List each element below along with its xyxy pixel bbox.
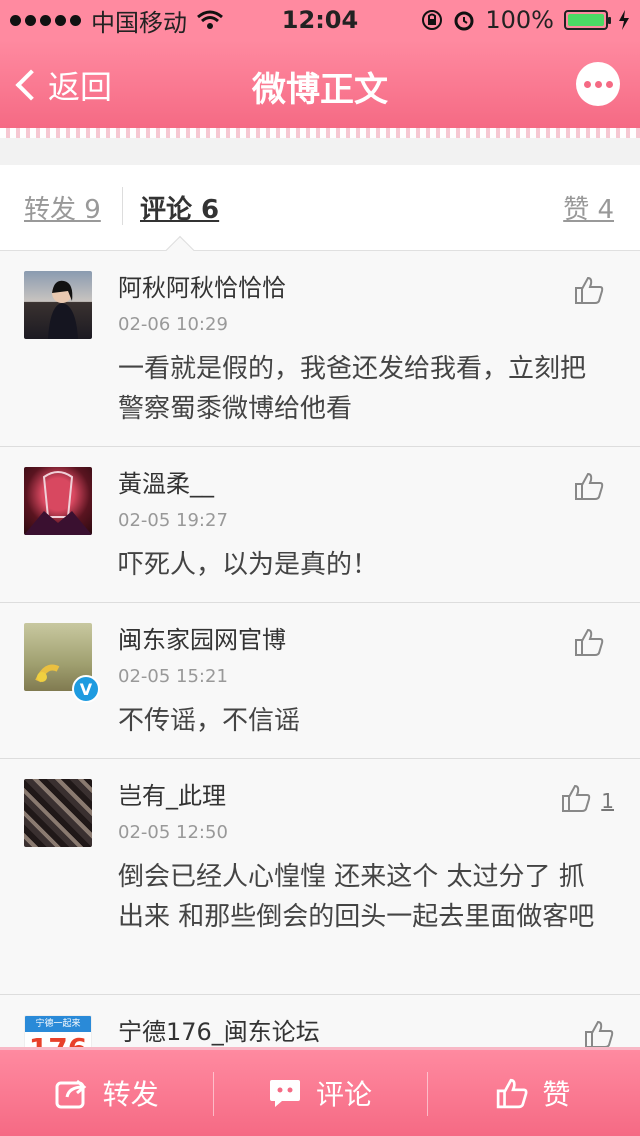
comment-item: 黃溫柔__ 02-05 19:27 吓死人，以为是真的！	[0, 447, 640, 603]
more-icon	[583, 80, 591, 88]
like-button[interactable]: 1	[561, 783, 614, 813]
avatar[interactable]	[24, 271, 92, 339]
status-bar: 中国移动 12:04 100%	[0, 0, 640, 40]
alarm-icon	[454, 11, 474, 31]
page-title: 微博正文	[252, 70, 388, 110]
comment-time: 02-05 12:50	[118, 822, 228, 843]
comment-text: 不传谣，不信谣	[118, 706, 301, 736]
like-button[interactable]	[584, 1019, 614, 1049]
repost-button[interactable]: 转发	[0, 1050, 213, 1136]
comment-item: 阿秋阿秋恰恰恰 02-06 10:29 一看就是假的，我爸还发给我看，立刻把警察…	[0, 251, 640, 447]
battery-icon	[564, 10, 611, 30]
comment-author[interactable]: 闽东家园网官博	[118, 623, 616, 657]
tab-comment[interactable]: 评论 6	[140, 189, 219, 226]
comment-text: 吓死人，以为是真的！	[118, 550, 379, 580]
comment-author[interactable]: 岂有_此理	[118, 779, 616, 813]
like-button[interactable]	[574, 471, 614, 501]
comment-item: 岂有_此理 02-05 12:50 倒会已经人心惶惶 还来这个 太过分了 抓出来…	[0, 759, 640, 995]
tab-bar: 转发 9 评论 6 赞 4	[0, 165, 640, 251]
comment-list: 阿秋阿秋恰恰恰 02-06 10:29 一看就是假的，我爸还发给我看，立刻把警察…	[0, 251, 640, 1115]
lace-divider	[0, 128, 640, 138]
thumb-up-icon	[575, 628, 604, 656]
comment-author[interactable]: 阿秋阿秋恰恰恰	[118, 271, 616, 305]
lock-rotation-icon	[422, 10, 443, 30]
thumb-up-icon	[562, 784, 591, 812]
like-button[interactable]	[574, 275, 614, 305]
thumb-up-icon	[585, 1020, 614, 1048]
thumb-up-icon	[575, 472, 604, 500]
thumb-up-icon	[575, 276, 604, 304]
comment-icon	[269, 1080, 300, 1107]
avatar[interactable]	[24, 467, 92, 535]
verified-icon: V	[72, 675, 100, 703]
comment-text: 倒会已经人心惶惶 还来这个 太过分了 抓出来 和那些倒会的回头一起去里面做客吧	[118, 862, 595, 932]
comment-time: 02-05 19:27	[118, 510, 228, 531]
thumb-up-icon	[497, 1078, 528, 1109]
tab-repost[interactable]: 转发 9	[24, 189, 101, 226]
comment-author[interactable]: 宁德176_闽东论坛	[118, 1015, 616, 1049]
more-button[interactable]	[576, 62, 620, 106]
carrier-label: 中国移动	[91, 8, 187, 37]
avatar[interactable]	[24, 779, 92, 847]
comment-time: 02-05 15:21	[118, 666, 228, 687]
tab-divider	[122, 187, 123, 225]
like-count[interactable]: 1	[601, 789, 614, 813]
comment-label: 评论	[315, 1078, 372, 1111]
comment-item: V 闽东家园网官博 02-05 15:21 不传谣，不信谣	[0, 603, 640, 759]
wifi-icon	[197, 10, 223, 29]
bottom-action-bar: 转发 评论 赞	[0, 1047, 640, 1136]
battery-percent: 100%	[485, 6, 554, 34]
like-button[interactable]	[574, 627, 614, 657]
repost-label: 转发	[102, 1078, 159, 1111]
comment-button[interactable]: 评论	[213, 1050, 426, 1136]
nav-bar: 返回 微博正文	[0, 40, 640, 128]
avatar-brand-text: 宁德一起来	[25, 1016, 91, 1032]
signal-dots-icon	[10, 14, 81, 26]
like-action-button[interactable]: 赞	[426, 1050, 640, 1136]
repost-icon	[55, 1079, 86, 1109]
comment-text: 一看就是假的，我爸还发给我看，立刻把警察蜀黍微博给他看	[118, 354, 587, 424]
like-label: 赞	[542, 1078, 571, 1111]
comment-time: 02-06 10:29	[118, 314, 228, 335]
tab-like[interactable]: 赞 4	[563, 189, 614, 226]
charging-icon	[619, 10, 629, 30]
comment-author[interactable]: 黃溫柔__	[118, 467, 616, 501]
